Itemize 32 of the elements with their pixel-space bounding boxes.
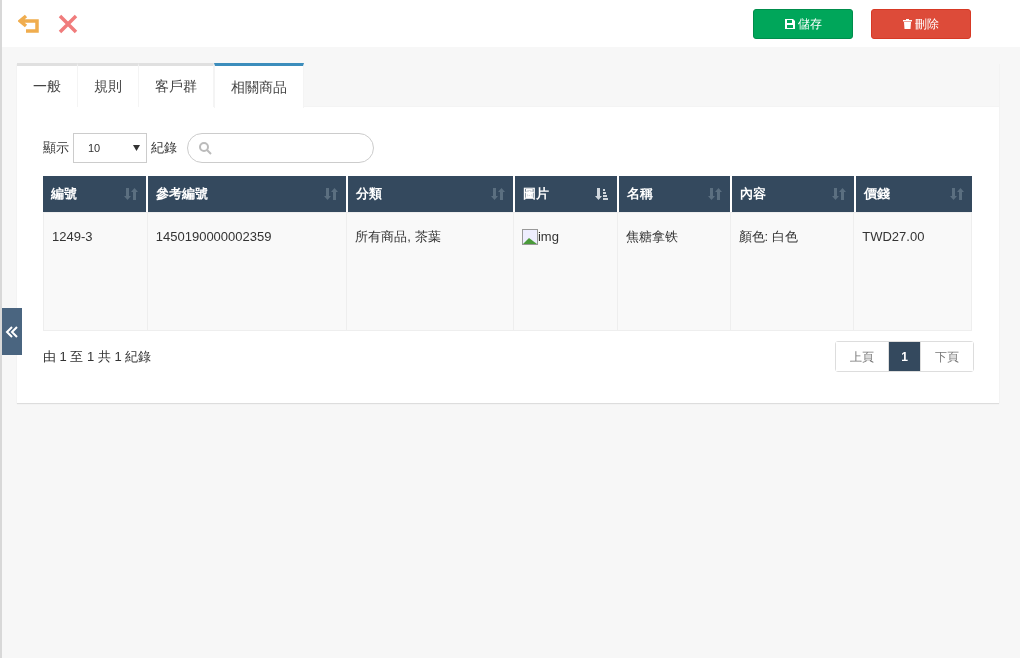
sort-ascending-icon — [595, 187, 609, 201]
show-label: 顯示 — [43, 139, 69, 158]
table-cell: 所有商品, 茶葉 — [355, 229, 441, 244]
table-info: 由 1 至 1 共 1 紀錄 — [43, 347, 152, 366]
records-label: 紀錄 — [151, 139, 177, 158]
search-icon — [198, 141, 212, 155]
tab[interactable]: 客戶群 — [139, 63, 214, 107]
broken-image-icon — [521, 228, 538, 245]
sort-icon — [950, 187, 964, 201]
sort-icon — [124, 187, 138, 201]
table-cell: 焦糖拿铁 — [625, 229, 678, 244]
table-cell: 顏色: 白色 — [738, 229, 798, 244]
broken-image: img — [521, 227, 609, 247]
column-header[interactable]: 編號 — [43, 176, 146, 212]
double-chevron-left-icon — [5, 324, 19, 339]
caret-icon — [133, 145, 140, 151]
page-size-select[interactable]: 10 — [73, 133, 147, 163]
tab[interactable]: 一般 — [17, 63, 78, 107]
close-icon[interactable] — [58, 13, 78, 34]
trash-icon — [903, 18, 912, 29]
sort-icon — [832, 187, 846, 201]
sort-icon — [708, 187, 722, 201]
sort-icon — [324, 187, 338, 201]
tab[interactable]: 相關商品 — [214, 63, 304, 108]
table-cell: 1450190000002359 — [155, 229, 272, 244]
page-button[interactable]: 1 — [888, 342, 920, 371]
sort-icon — [491, 187, 505, 201]
collapse-tab[interactable] — [2, 308, 22, 355]
table-cell: TWD27.00 — [862, 229, 925, 244]
table-cell: 1249-3 — [52, 229, 93, 244]
tab[interactable]: 規則 — [78, 63, 139, 107]
delete-button[interactable]: 刪除 — [871, 8, 971, 39]
